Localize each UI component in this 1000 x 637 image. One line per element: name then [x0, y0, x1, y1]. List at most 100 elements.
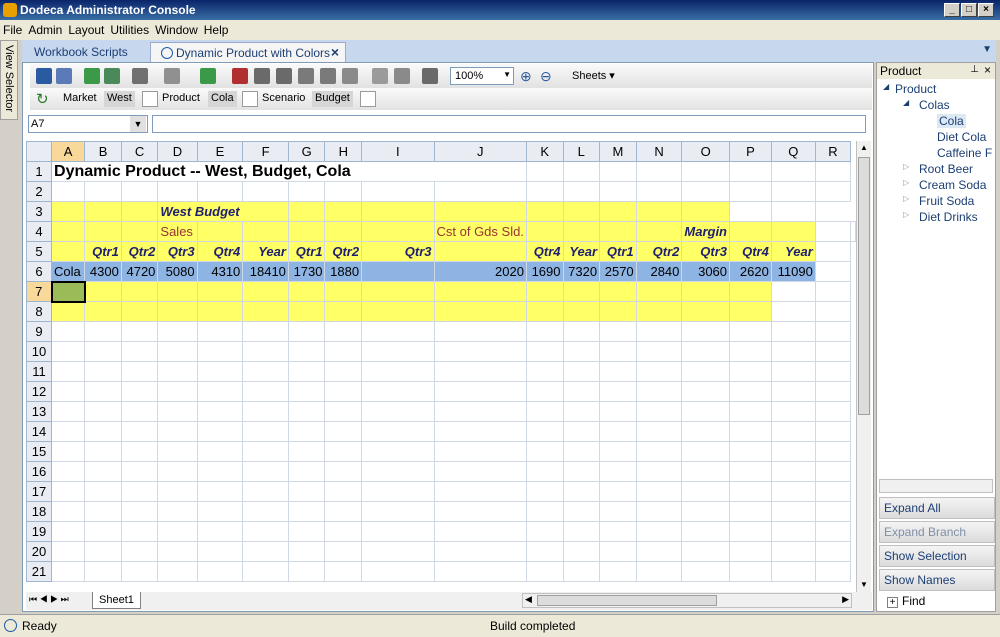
tab-list-dropdown-icon[interactable]: ▼: [982, 44, 992, 55]
zoom-select[interactable]: 100% ▼: [450, 67, 514, 85]
chevron-down-icon[interactable]: ▼: [130, 116, 146, 132]
quarter-header[interactable]: Qtr2: [120, 241, 159, 262]
hscroll-thumb[interactable]: [537, 595, 717, 606]
row-header[interactable]: 10: [26, 341, 53, 362]
row-header[interactable]: 14: [26, 421, 53, 442]
column-header[interactable]: E: [196, 141, 244, 162]
build-icon[interactable]: [232, 68, 248, 84]
market-value[interactable]: West: [104, 91, 135, 107]
menu-utilities[interactable]: Utilities: [107, 20, 152, 37]
product-value[interactable]: Cola: [208, 91, 237, 107]
row-header[interactable]: 9: [26, 321, 53, 342]
expand-icon[interactable]: ▷: [903, 210, 909, 219]
remove-only-icon[interactable]: [320, 68, 336, 84]
data-cell[interactable]: 1690: [525, 261, 564, 282]
maximize-button[interactable]: □: [961, 3, 977, 17]
sheet-nav-icon[interactable]: ⏮ ◀ ▶ ⏭: [29, 594, 69, 605]
quarter-header[interactable]: Qtr2: [635, 241, 683, 262]
data-cell[interactable]: 2840: [635, 261, 683, 282]
market-selector[interactable]: [142, 91, 158, 107]
row-header[interactable]: 21: [26, 561, 53, 582]
tree-node-diet-drinks[interactable]: Diet Drinks: [919, 210, 978, 224]
expand-all-button[interactable]: Expand All: [879, 497, 995, 519]
save-all-icon[interactable]: [56, 68, 72, 84]
quarter-header[interactable]: Qtr3: [681, 241, 731, 262]
close-button[interactable]: ×: [978, 3, 994, 17]
print-icon[interactable]: [132, 68, 148, 84]
column-header[interactable]: R: [814, 141, 852, 162]
tree-node-colas[interactable]: Colas: [919, 98, 950, 112]
tab-workbook-scripts[interactable]: Workbook Scripts: [24, 42, 138, 62]
zoom-in-icon[interactable]: ⊕: [520, 68, 532, 85]
quarter-header[interactable]: Qtr4: [729, 241, 772, 262]
row-header[interactable]: 8: [26, 301, 53, 322]
row-header[interactable]: 12: [26, 381, 53, 402]
column-header[interactable]: N: [635, 141, 683, 162]
column-header[interactable]: H: [324, 141, 363, 162]
sheets-dropdown[interactable]: Sheets ▾: [572, 69, 615, 82]
scroll-up-icon[interactable]: ▲: [857, 141, 871, 155]
menu-layout[interactable]: Layout: [65, 20, 107, 37]
quarter-header[interactable]: Qtr2: [324, 241, 363, 262]
row-header[interactable]: 7: [26, 281, 53, 302]
data-cell[interactable]: 2020: [433, 261, 527, 282]
tree-node-fruit-soda[interactable]: Fruit Soda: [919, 194, 974, 208]
sales-header[interactable]: Sales: [157, 221, 198, 242]
tree-icon[interactable]: [394, 68, 410, 84]
row-header[interactable]: 18: [26, 501, 53, 522]
data-cell[interactable]: 1880: [324, 261, 363, 282]
sheet-tab[interactable]: Sheet1: [92, 592, 141, 609]
data-cell[interactable]: 1730: [287, 261, 326, 282]
pane-hscroll[interactable]: [879, 479, 993, 493]
sheet-title[interactable]: Dynamic Product -- West, Budget, Cola: [51, 161, 527, 182]
quarter-header[interactable]: [433, 241, 527, 262]
data-cell[interactable]: 18410: [242, 261, 289, 282]
show-selection-button[interactable]: Show Selection: [879, 545, 995, 567]
column-header[interactable]: O: [681, 141, 731, 162]
row-member-label[interactable]: Cola: [51, 261, 86, 282]
row-header[interactable]: 5: [26, 241, 53, 262]
row-header[interactable]: 15: [26, 441, 53, 462]
show-names-button[interactable]: Show Names: [879, 569, 995, 591]
menu-window[interactable]: Window: [152, 20, 201, 37]
row-header[interactable]: 20: [26, 541, 53, 562]
select-all-corner[interactable]: [26, 141, 53, 162]
menu-admin[interactable]: Admin: [25, 20, 65, 37]
data-cell[interactable]: 3060: [681, 261, 731, 282]
column-header[interactable]: D: [157, 141, 198, 162]
quarter-header[interactable]: Qtr4: [525, 241, 564, 262]
quarter-header[interactable]: [51, 241, 86, 262]
selected-cell-a7[interactable]: [50, 280, 86, 303]
tree-node-root-beer[interactable]: Root Beer: [919, 162, 973, 176]
column-header[interactable]: G: [287, 141, 326, 162]
margin-header[interactable]: Margin: [681, 221, 731, 242]
excel-open-icon[interactable]: [84, 68, 100, 84]
quarter-header[interactable]: Qtr1: [599, 241, 637, 262]
column-header[interactable]: K: [525, 141, 564, 162]
row-header[interactable]: 2: [26, 181, 53, 202]
save-icon[interactable]: [36, 68, 52, 84]
cogs-header[interactable]: Cst of Gds Sld.: [433, 221, 527, 242]
tree-node-cola[interactable]: Cola: [937, 114, 966, 128]
column-header[interactable]: P: [729, 141, 772, 162]
data-cell[interactable]: 4310: [196, 261, 244, 282]
row-header[interactable]: 16: [26, 461, 53, 482]
layers-icon[interactable]: [422, 68, 438, 84]
data-cell[interactable]: 4720: [120, 261, 159, 282]
data-cell[interactable]: 2570: [599, 261, 637, 282]
excel-save-icon[interactable]: [104, 68, 120, 84]
expand-branch-button[interactable]: Expand Branch: [879, 521, 995, 543]
column-header[interactable]: J: [433, 141, 527, 162]
options-icon[interactable]: [372, 68, 388, 84]
zoom-out-member-icon[interactable]: [276, 68, 292, 84]
row-header[interactable]: 17: [26, 481, 53, 502]
zoom-out-icon[interactable]: ⊖: [540, 68, 552, 85]
expand-icon[interactable]: ▷: [903, 162, 909, 171]
view-selector-tab[interactable]: View Selector: [0, 40, 18, 120]
tree-node-product[interactable]: Product: [895, 82, 936, 96]
expand-icon[interactable]: ▷: [903, 178, 909, 187]
column-header[interactable]: C: [120, 141, 159, 162]
formula-input[interactable]: [152, 115, 866, 133]
menu-help[interactable]: Help: [201, 20, 232, 37]
expand-icon[interactable]: ▷: [903, 194, 909, 203]
